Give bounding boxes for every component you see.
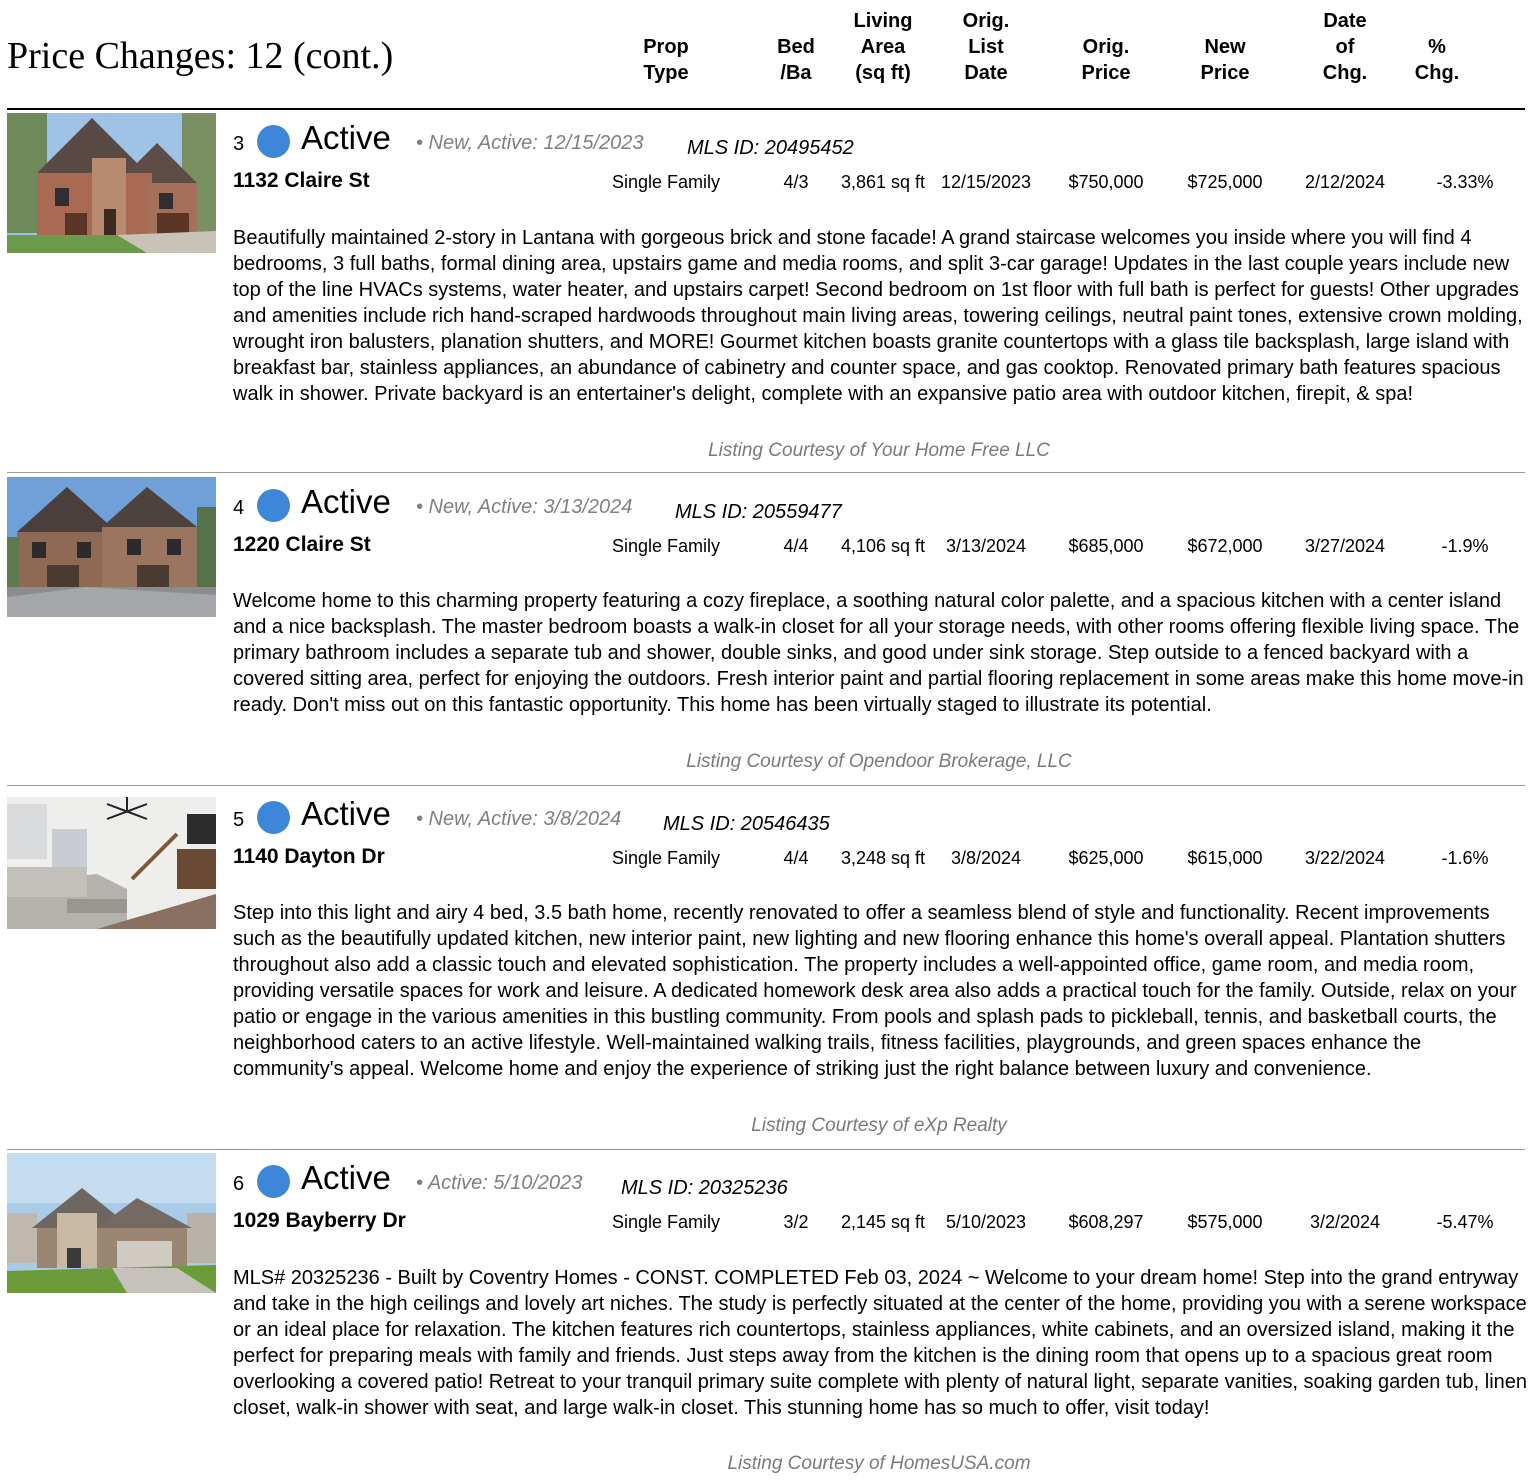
listing-divider (7, 785, 1525, 786)
listing-courtesy: Listing Courtesy of HomesUSA.com (727, 1453, 1031, 1474)
prop-type-cell: Single Family (611, 1212, 721, 1232)
orig-list-date-cell: 12/15/2023 (940, 172, 1032, 192)
orig-price-cell: $685,000 (1068, 536, 1144, 556)
mls-id: MLS ID: 20325236 (621, 1177, 788, 1199)
orig-list-date-cell: 5/10/2023 (945, 1212, 1027, 1232)
status-dot-icon (257, 125, 290, 158)
page-title: Price Changes: 12 (cont.) (7, 35, 394, 77)
status-label: Active (301, 119, 391, 156)
listing-address[interactable]: 1140 Dayton Dr (233, 845, 385, 869)
pct-change-cell: -1.9% (1441, 536, 1489, 556)
column-header-living-area: Living Area (sq ft) (853, 10, 913, 84)
new-price-cell: $725,000 (1187, 172, 1263, 192)
listing-description: Step into this light and airy 4 bed, 3.5… (233, 902, 1517, 1080)
living-area-cell: 3,861 sq ft (840, 172, 926, 192)
listing-address[interactable]: 1220 Claire St (233, 533, 371, 557)
house-exterior-photo-icon[interactable] (7, 1153, 216, 1293)
column-header-orig-list-date: Orig. List Date (962, 10, 1010, 84)
mls-id: MLS ID: 20495452 (687, 137, 854, 159)
listing-divider (7, 1149, 1525, 1150)
house-exterior-photo-icon[interactable] (7, 477, 216, 617)
date-of-change-cell: 3/2/2024 (1309, 1212, 1381, 1232)
orig-price-cell: $750,000 (1068, 172, 1144, 192)
listing-description: Welcome home to this charming property f… (233, 590, 1524, 716)
new-active-note: • New, Active: 3/13/2024 (416, 496, 633, 518)
living-area-cell: 2,145 sq ft (840, 1212, 926, 1232)
date-of-change-cell: 3/22/2024 (1304, 848, 1386, 868)
pct-change-cell: -5.47% (1436, 1212, 1494, 1232)
living-room-interior-photo-icon[interactable] (7, 789, 216, 929)
listing-description: MLS# 20325236 - Built by Coventry Homes … (233, 1267, 1528, 1419)
new-active-note: • Active: 5/10/2023 (416, 1172, 583, 1194)
listing-index: 6 (233, 1173, 245, 1195)
house-exterior-photo-icon[interactable] (7, 113, 216, 253)
living-area-cell: 3,248 sq ft (840, 848, 926, 868)
mls-id: MLS ID: 20546435 (663, 813, 830, 835)
status-label: Active (301, 1159, 391, 1196)
prop-type-cell: Single Family (611, 172, 721, 192)
status-dot-icon (257, 1165, 290, 1198)
status-label: Active (301, 795, 391, 832)
page-header: Price Changes: 12 (cont.) Prop Type Bed/B… (0, 0, 1535, 111)
column-header-orig-price: Orig. Price (1081, 36, 1131, 84)
column-header-new-price: New Price (1200, 36, 1250, 84)
orig-list-date-cell: 3/13/2024 (945, 536, 1027, 556)
column-header-pct-change: % Chg. (1414, 36, 1460, 84)
prop-type-cell: Single Family (611, 848, 721, 868)
listing-divider (7, 472, 1525, 473)
header-divider (7, 108, 1525, 110)
prop-type-cell: Single Family (611, 536, 721, 556)
listing-courtesy: Listing Courtesy of Opendoor Brokerage, … (686, 751, 1072, 772)
new-active-note: • New, Active: 3/8/2024 (416, 808, 622, 830)
status-label: Active (301, 483, 391, 520)
listing-index: 4 (233, 497, 245, 519)
listing-address[interactable]: 1029 Bayberry Dr (233, 1209, 406, 1233)
living-area-cell: 4,106 sq ft (840, 536, 926, 556)
listing-description: Beautifully maintained 2-story in Lantan… (233, 227, 1523, 405)
new-price-cell: $615,000 (1187, 848, 1263, 868)
pct-change-cell: -3.33% (1436, 172, 1494, 192)
new-price-cell: $672,000 (1187, 536, 1263, 556)
status-dot-icon (257, 489, 290, 522)
date-of-change-cell: 3/27/2024 (1304, 536, 1386, 556)
listing-courtesy: Listing Courtesy of eXp Realty (751, 1115, 1007, 1136)
status-dot-icon (257, 801, 290, 834)
listing-index: 3 (233, 133, 245, 155)
listing-address[interactable]: 1132 Claire St (233, 169, 370, 193)
column-header-prop-type: Prop Type (643, 36, 689, 84)
orig-price-cell: $625,000 (1068, 848, 1144, 868)
orig-list-date-cell: 3/8/2024 (950, 848, 1022, 868)
new-price-cell: $575,000 (1187, 1212, 1263, 1232)
mls-id: MLS ID: 20559477 (675, 501, 842, 523)
listing-index: 5 (233, 809, 245, 831)
date-of-change-cell: 2/12/2024 (1304, 172, 1386, 192)
pct-change-cell: -1.6% (1441, 848, 1489, 868)
new-active-note: • New, Active: 12/15/2023 (416, 132, 644, 154)
listing-courtesy: Listing Courtesy of Your Home Free LLC (708, 440, 1050, 461)
orig-price-cell: $608,297 (1068, 1212, 1144, 1232)
